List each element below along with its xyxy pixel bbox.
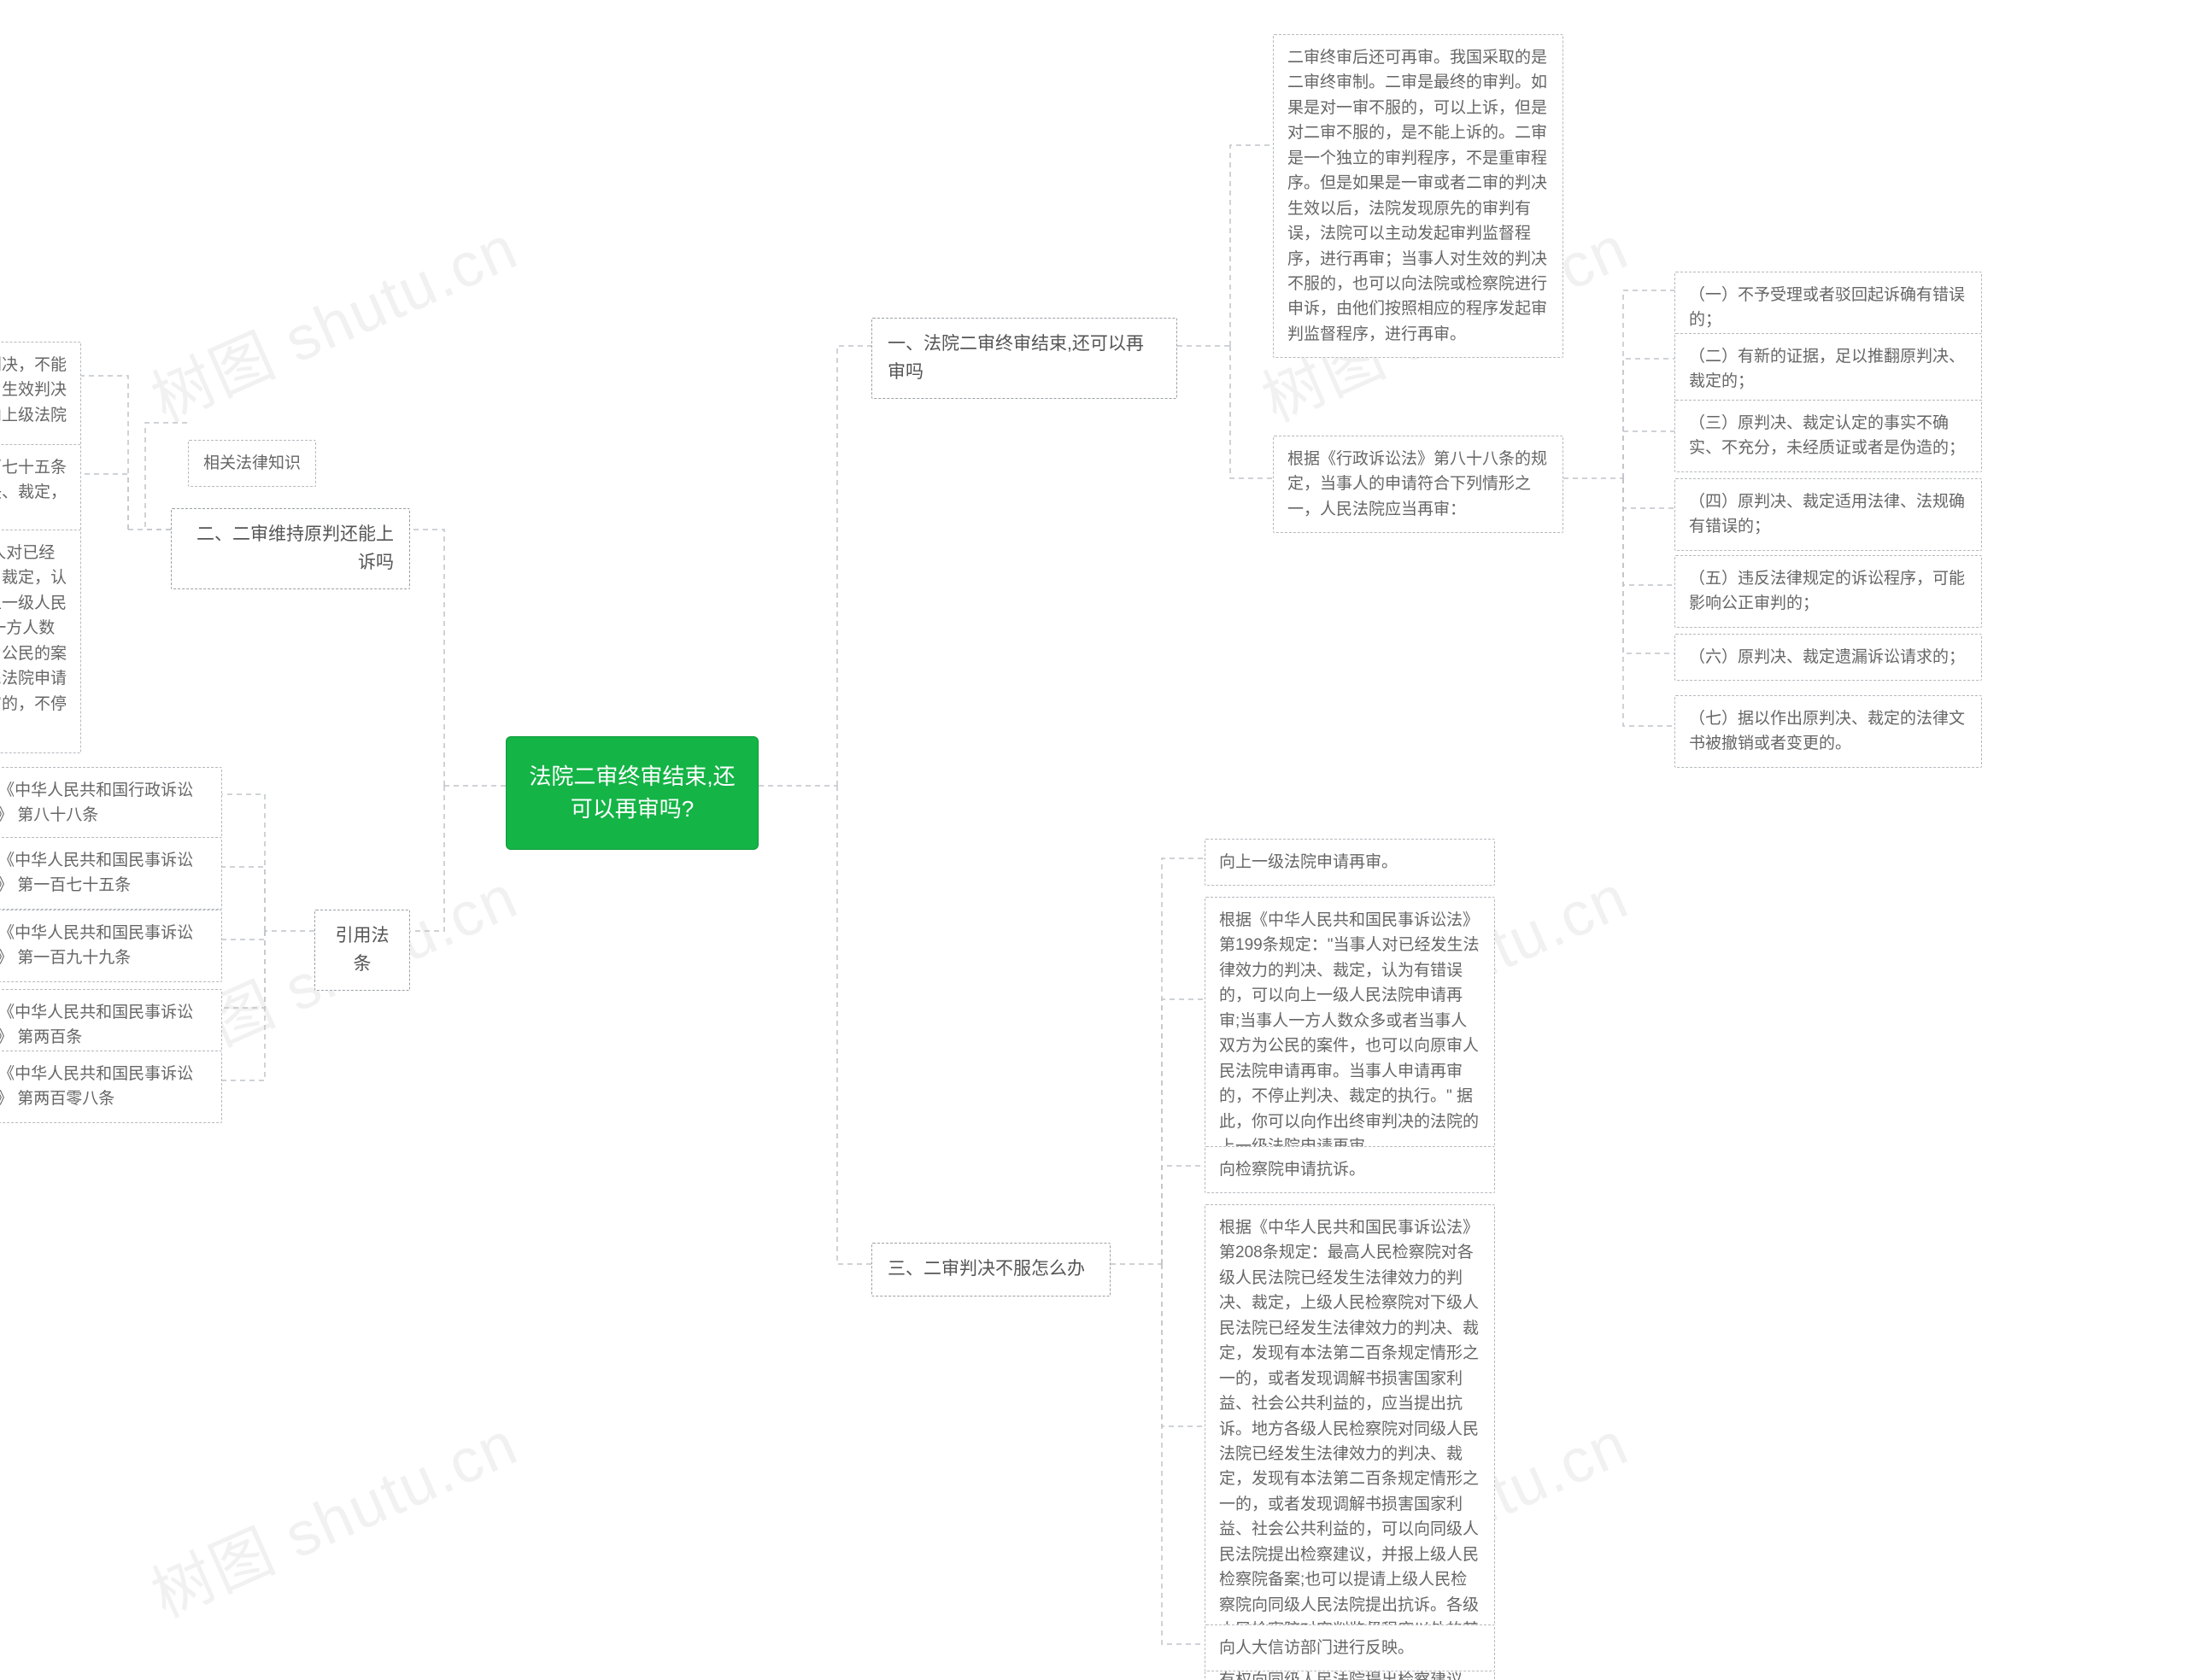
leaf-cite-1[interactable]: [1]《中华人民共和国行政诉讼法》 第八十八条 xyxy=(0,767,222,840)
branch-section-1[interactable]: 一、法院二审终审结束,还可以再审吗 xyxy=(871,318,1177,399)
branch-section-3[interactable]: 三、二审判决不服怎么办 xyxy=(871,1243,1111,1297)
leaf-s1-item-5[interactable]: （五）违反法律规定的诉讼程序，可能影响公正审判的； xyxy=(1674,555,1982,628)
leaf-s1-intro[interactable]: 二审终审后还可再审。我国采取的是二审终审制。二审是最终的审判。如果是对一审不服的… xyxy=(1273,34,1563,358)
leaf-s1-basis[interactable]: 根据《行政诉讼法》第八十八条的规定，当事人的申请符合下列情形之一，人民法院应当再… xyxy=(1273,436,1563,533)
branch-section-2[interactable]: 二、二审维持原判还能上诉吗 xyxy=(171,508,410,589)
watermark: 树图 shutu.cn xyxy=(135,197,529,438)
branch-citations[interactable]: 引用法条 xyxy=(314,910,410,991)
leaf-cite-5[interactable]: [5]《中华人民共和国民事诉讼法》 第两百零八条 xyxy=(0,1051,222,1123)
leaf-s1-item-7[interactable]: （七）据以作出原判决、裁定的法律文书被撤销或者变更的。 xyxy=(1674,695,1982,768)
leaf-s2-p2[interactable]: 《民事诉讼法》第一百七十五条 第二审人民法院的判决、裁定，是终审的判决、裁定。 xyxy=(0,444,81,541)
leaf-s1-item-4[interactable]: （四）原判决、裁定适用法律、法规确有错误的； xyxy=(1674,478,1982,551)
leaf-s2-knowledge-label[interactable]: 相关法律知识 xyxy=(188,440,316,487)
connector-lines xyxy=(0,0,2187,1680)
leaf-s3-p5[interactable]: 向人大信访部门进行反映。 xyxy=(1205,1624,1495,1671)
leaf-s3-p1[interactable]: 向上一级法院申请再审。 xyxy=(1205,839,1495,886)
leaf-s2-p3[interactable]: 第一百九十九条 当事人对已经发生法律效力的判决、裁定，认为有错误的，可以向上一级… xyxy=(0,530,81,753)
leaf-s1-item-3[interactable]: （三）原判决、裁定认定的事实不确实、不充分，未经质证或者是伪造的； xyxy=(1674,400,1982,472)
leaf-cite-3[interactable]: [3]《中华人民共和国民事诉讼法》 第一百九十九条 xyxy=(0,910,222,982)
leaf-s1-item-6[interactable]: （六）原判决、裁定遗漏诉讼请求的； xyxy=(1674,634,1982,681)
leaf-s3-p4[interactable]: 根据《中华人民共和国民事诉讼法》第208条规定：最高人民检察院对各级人民法院已经… xyxy=(1205,1204,1495,1680)
leaf-cite-2[interactable]: [2]《中华人民共和国民事诉讼法》 第一百七十五条 xyxy=(0,837,222,910)
leaf-s3-p2[interactable]: 根据《中华人民共和国民事诉讼法》第199条规定："当事人对已经发生法律效力的判决… xyxy=(1205,897,1495,1170)
leaf-s3-p3[interactable]: 向检察院申请抗诉。 xyxy=(1205,1146,1495,1193)
root-node[interactable]: 法院二审终审结束,还可以再审吗? xyxy=(506,736,759,850)
leaf-s1-item-2[interactable]: （二）有新的证据，足以推翻原判决、裁定的； xyxy=(1674,333,1982,406)
watermark: 树图 shutu.cn xyxy=(135,1393,529,1634)
mindmap-canvas: 树图 shutu.cn 树图 shutu.cn 树图 shutu.cn 树图 s… xyxy=(0,0,2187,1680)
